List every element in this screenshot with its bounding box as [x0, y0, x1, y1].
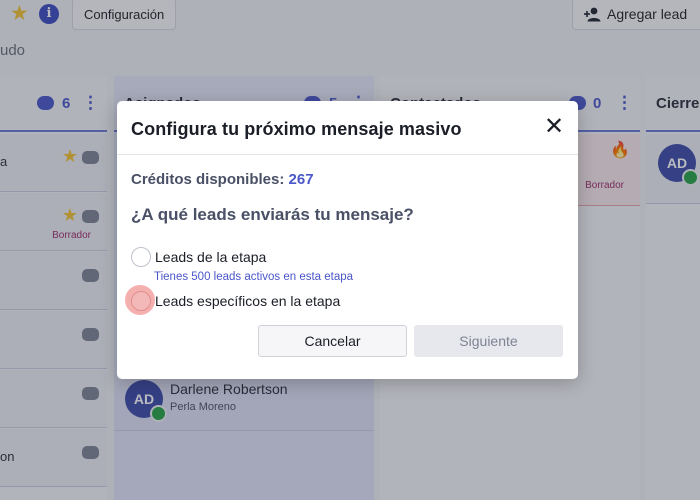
credits-label: Créditos disponibles:: [131, 171, 285, 188]
question-heading: ¿A qué leads enviarás tu mensaje?: [131, 205, 414, 224]
next-button[interactable]: Siguiente: [414, 325, 563, 357]
option-label[interactable]: Leads de la etapa: [155, 249, 266, 265]
radio-button[interactable]: [131, 291, 151, 311]
close-icon[interactable]: ✕: [543, 114, 565, 138]
modal-title: Configura tu próximo mensaje masivo: [131, 119, 462, 139]
option-hint: Tienes 500 leads activos en esta etapa: [154, 271, 354, 283]
option-label[interactable]: Leads específicos en la etapa: [155, 293, 340, 309]
cancel-button[interactable]: Cancelar: [258, 325, 407, 357]
modal-header: Configura tu próximo mensaje masivo ✕: [117, 101, 578, 155]
bulk-message-modal: Configura tu próximo mensaje masivo ✕ Cr…: [117, 101, 578, 379]
credits-info: Créditos disponibles: 267: [131, 171, 314, 188]
radio-button[interactable]: [131, 247, 151, 267]
credits-value: 267: [288, 171, 314, 188]
